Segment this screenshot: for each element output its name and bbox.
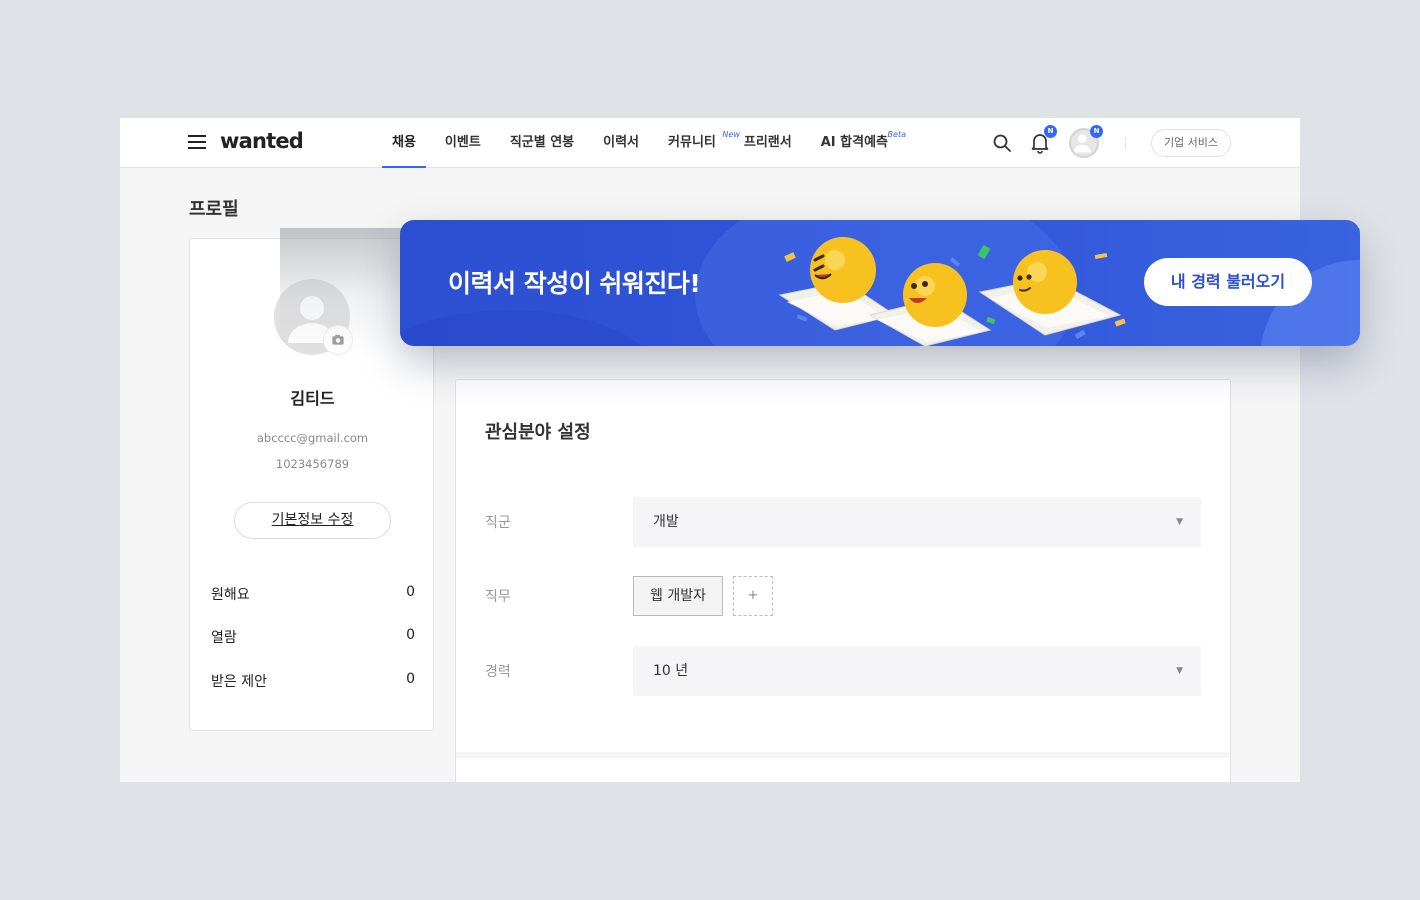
notification-badge: N [1044,125,1057,138]
nav-item-event[interactable]: 이벤트 [435,118,491,168]
menu-icon[interactable] [188,135,206,149]
interests-card: 관심분야 설정 직군 개발 ▼ 직무 웹 개발자 + 경력 10 년 ▼ [455,379,1231,782]
camera-icon [332,334,344,345]
nav-item-freelancer[interactable]: 프리랜서 [734,118,802,168]
banner-decoration [400,310,660,346]
beta-badge: Beta [887,130,906,139]
app-window: wanted 채용 이벤트 직군별 연봉 이력서 커뮤니티 New 프리랜서 A… [120,118,1300,782]
nav-item-ai-prediction[interactable]: AI 합격예측 Beta [811,118,906,168]
import-career-button[interactable]: 내 경력 불러오기 [1144,258,1312,306]
logo[interactable]: wanted [220,129,304,153]
profile-phone: 1023456789 [275,457,350,471]
avatar-badge: N [1090,125,1103,138]
career-value: 10 년 [653,663,689,679]
section-divider [456,752,1230,758]
top-header: wanted 채용 이벤트 직군별 연봉 이력서 커뮤니티 New 프리랜서 A… [120,118,1300,168]
chevron-down-icon: ▼ [1176,517,1183,527]
edit-profile-button[interactable]: 기본정보 수정 [234,502,391,539]
chevron-down-icon: ▼ [1176,666,1183,676]
stat-label: 열람 [211,630,237,646]
stat-value: 0 [406,671,415,687]
nav-item-salary[interactable]: 직군별 연봉 [500,118,584,168]
corporate-service-button[interactable]: 기업 서비스 [1151,129,1231,157]
nav-item-recruit[interactable]: 채용 [382,118,426,168]
nav-item-resume[interactable]: 이력서 [593,118,649,168]
career-label: 경력 [485,664,511,680]
nav-item-community[interactable]: 커뮤니티 New [658,118,740,168]
profile-email: abcccc@gmail.com [256,431,369,445]
search-icon[interactable] [992,133,1012,153]
stat-row-offers[interactable]: 받은 제안 0 [211,671,415,691]
banner-headline: 이력서 작성이 쉬워진다! [448,269,701,298]
main-nav: 채용 이벤트 직군별 연봉 이력서 커뮤니티 New 프리랜서 AI 합격예측 … [382,118,907,168]
job-group-label: 직군 [485,515,511,531]
stat-value: 0 [406,584,415,600]
camera-button[interactable] [323,325,353,355]
job-group-value: 개발 [653,514,679,530]
promo-banner[interactable]: 이력서 작성이 쉬워진다! 내 경력 불러오기 [400,220,1360,346]
stat-row-wanted[interactable]: 원해요 0 [211,584,415,604]
stat-label: 받은 제안 [211,674,267,690]
stat-label: 원해요 [211,587,250,603]
banner-illustration-icon [778,237,1126,346]
add-job-button[interactable]: + [733,576,773,616]
page-title: 프로필 [189,199,239,220]
header-divider [1125,137,1126,149]
stat-value: 0 [406,627,415,643]
stat-row-viewed[interactable]: 열람 0 [211,627,415,647]
job-label: 직무 [485,589,511,605]
profile-name: 김티드 [290,389,335,408]
interests-title: 관심분야 설정 [485,422,591,443]
job-tag[interactable]: 웹 개발자 [633,576,723,616]
job-group-select[interactable]: 개발 ▼ [633,497,1201,547]
career-select[interactable]: 10 년 ▼ [633,646,1201,696]
profile-card: 김티드 abcccc@gmail.com 1023456789 기본정보 수정 … [189,238,434,731]
